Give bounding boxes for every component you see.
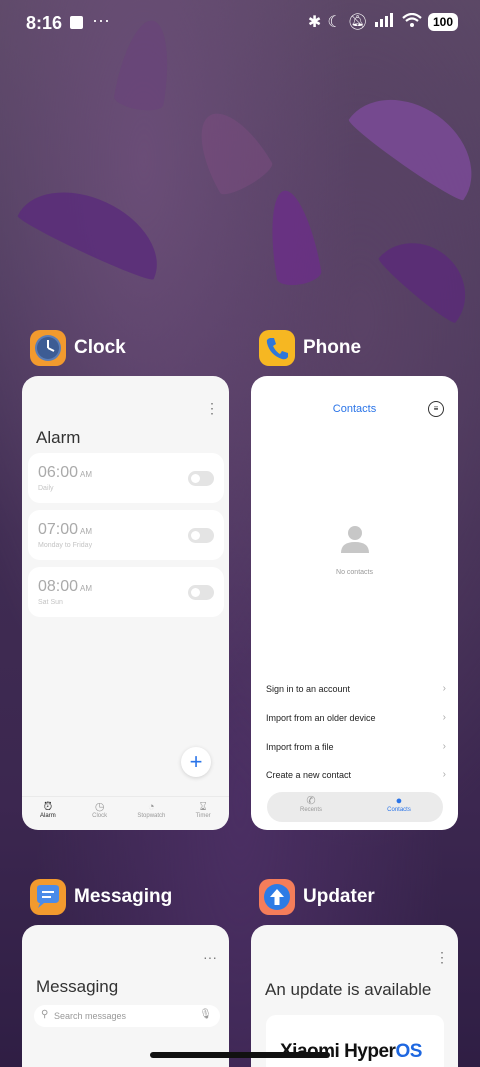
clock-app-header[interactable]: Clock (30, 330, 126, 366)
phone-app-name: Phone (303, 337, 362, 358)
tab-alarm[interactable]: ⏰︎ Alarm (22, 797, 74, 830)
home-indicator[interactable] (150, 1052, 330, 1058)
tab-recents[interactable]: ✆ Recents (267, 792, 355, 822)
page-title: Alarm (36, 428, 81, 447)
chevron-right-icon: › (442, 683, 446, 694)
clock-icon: ◷ (94, 801, 105, 813)
wallpaper-feather (345, 75, 480, 205)
updater-app-header[interactable]: Updater (259, 879, 375, 915)
messaging-app-icon (30, 879, 66, 915)
tab-stopwatch[interactable]: ◔ Stopwatch (126, 797, 178, 830)
clock-app-name: Clock (74, 337, 126, 358)
updater-app-name: Updater (303, 886, 375, 907)
wallpaper-feather (15, 170, 175, 285)
wallpaper-feather (375, 223, 480, 327)
search-input[interactable]: ⚲ Search messages 🎙︎ (34, 1005, 220, 1027)
wifi-icon (402, 12, 422, 32)
empty-state-text: No contacts (336, 569, 373, 576)
status-icons: ✱ ☾ 🔕︎ 100 (308, 12, 458, 32)
search-placeholder: Search messages (54, 1011, 127, 1021)
alarm-toggle[interactable] (188, 585, 214, 600)
contact-person-icon: ● (395, 795, 403, 807)
alarm-item[interactable]: 06:00 AM Daily (28, 453, 224, 503)
chevron-right-icon: › (442, 741, 446, 752)
alarm-time: 06:00 AM (38, 464, 93, 481)
list-item[interactable]: Import from an older device › (266, 712, 446, 723)
messaging-app-card[interactable]: ··· Messaging ⚲ Search messages 🎙︎ (22, 925, 229, 1067)
page-title: Contacts (332, 403, 377, 415)
phone-handset-icon: ✆ (306, 795, 316, 807)
more-options-icon[interactable]: ⋮ (435, 949, 449, 966)
status-time: 8:16 (26, 13, 63, 33)
clock-app-card[interactable]: ⋮ Alarm 06:00 AM Daily 07:00 AM Monday to … (22, 376, 229, 830)
alarm-time: 07:00 AM (38, 521, 93, 538)
battery-indicator: 100 (427, 13, 458, 31)
alarm-days: Daily (38, 485, 54, 492)
status-bar: 8:16 ··· ✱ ☾ 🔕︎ 100 (0, 0, 480, 48)
page-title: Messaging (36, 977, 119, 996)
bell-off-icon: 🔕︎ (347, 14, 368, 31)
hourglass-icon: ⌛︎ (199, 801, 207, 813)
moon-icon: ☾ (327, 14, 342, 31)
filter-icon[interactable]: ≡ (428, 401, 444, 417)
more-options-icon[interactable]: ⋮ (205, 400, 219, 417)
phone-app-card[interactable]: Contacts ≡ No contacts Sign in to an acc… (251, 376, 458, 830)
alarm-days: Sat Sun (38, 599, 63, 606)
list-item[interactable]: Import from a file › (266, 741, 446, 752)
clock-app-icon (30, 330, 66, 366)
phone-tab-bar: ✆ Recents ● Contacts (267, 792, 443, 822)
phone-app-header[interactable]: Phone (259, 330, 361, 366)
alarm-time: 08:00 AM (38, 578, 93, 595)
alarm-item[interactable]: 08:00 AM Sat Sun (28, 567, 224, 617)
wallpaper-feather (184, 100, 276, 200)
update-banner[interactable]: Xiaomi HyperOS (266, 1015, 444, 1067)
more-notifications-icon: ··· (92, 10, 110, 30)
microphone-icon[interactable]: 🎙︎ (199, 1009, 212, 1020)
list-item[interactable]: Sign in to an account › (266, 683, 446, 694)
more-options-icon[interactable]: ··· (203, 949, 217, 965)
alarm-days: Monday to Friday (38, 542, 93, 549)
tab-timer[interactable]: ⌛︎ Timer (177, 797, 229, 830)
signal-icon (374, 12, 396, 32)
updater-app-card[interactable]: ⋮ An update is available Xiaomi HyperOS (251, 925, 458, 1067)
alarm-clock-icon: ⏰︎ (43, 801, 53, 813)
phone-app-icon (259, 330, 295, 366)
page-title: An update is available (265, 980, 432, 999)
alarm-toggle[interactable] (188, 528, 214, 543)
wallpaper-feather (262, 186, 323, 289)
messaging-app-name: Messaging (74, 886, 173, 907)
stopwatch-icon: ◔ (148, 801, 155, 813)
list-item[interactable]: Create a new contact › (266, 769, 446, 780)
notification-square-icon (70, 16, 83, 29)
add-alarm-button[interactable]: + (181, 747, 211, 777)
tab-contacts[interactable]: ● Contacts (355, 792, 443, 822)
bluetooth-icon: ✱ (307, 14, 322, 31)
search-icon: ⚲ (41, 1009, 49, 1020)
chevron-right-icon: › (442, 712, 446, 723)
person-icon (341, 526, 369, 553)
alarm-item[interactable]: 07:00 AM Monday to Friday (28, 510, 224, 560)
updater-app-icon (259, 879, 295, 915)
clock-tab-bar: ⏰︎ Alarm ◷ Clock ◔ Stopwatch ⌛︎ Timer (22, 796, 229, 830)
chevron-right-icon: › (442, 769, 446, 780)
tab-clock[interactable]: ◷ Clock (74, 797, 126, 830)
messaging-app-header[interactable]: Messaging (30, 879, 172, 915)
alarm-toggle[interactable] (188, 471, 214, 486)
